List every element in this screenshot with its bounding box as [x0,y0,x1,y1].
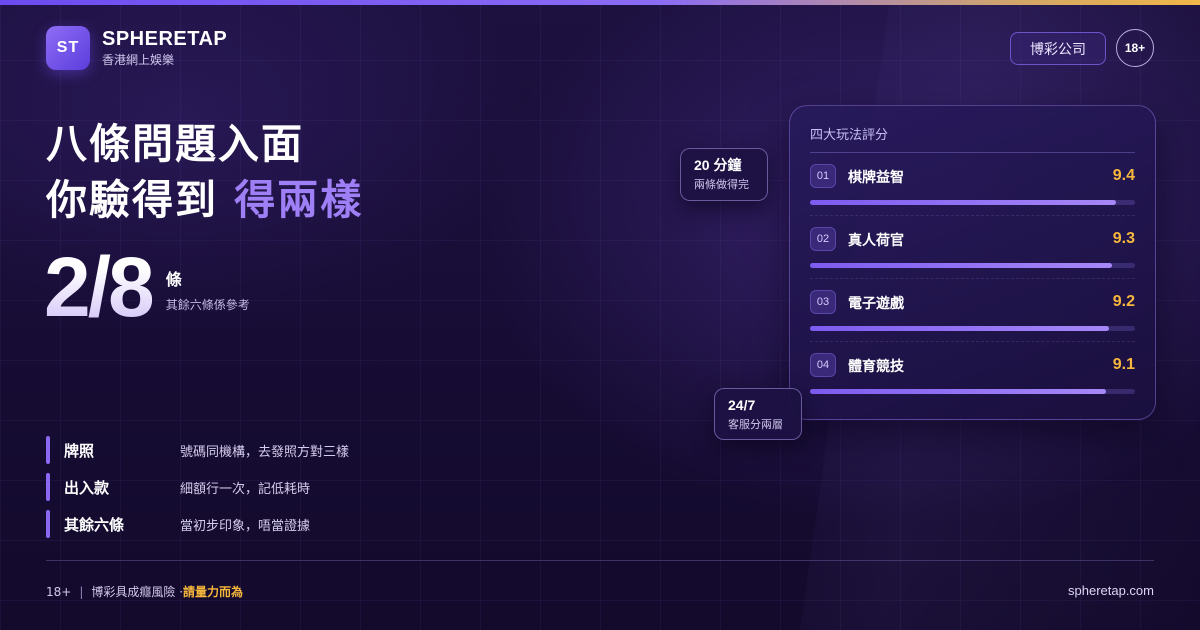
score-bar-track [810,389,1135,394]
footer-warning-text: 博彩具成癮風險 · [91,585,184,599]
game-index: 03 [810,290,836,314]
top-accent-bar [0,0,1200,5]
game-score: 9.4 [1112,167,1135,184]
info-row: 其餘六條 當初步印象，唔當證據 [46,510,349,538]
game-name: 棋牌益智 [848,170,904,186]
info-row: 出入款 細額行一次，記低耗時 [46,473,349,501]
stat-unit: 條 [165,270,182,289]
game-index: 02 [810,227,836,251]
service-chip: 24/7 客服分兩層 [714,388,802,440]
score-bar-fill [810,263,1113,268]
info-row-label: 牌照 [64,441,95,460]
headline-line-2-prefix: 你驗得到 [46,176,235,224]
score-bar-track [810,326,1135,331]
game-name: 真人荷官 [848,233,904,249]
headline-line-1: 八條問題入面 [46,120,304,168]
info-row-desc: 細額行一次，記低耗時 [180,481,311,497]
game-ratings-card: 四大玩法評分 01 棋牌益智 9.4 02 真人荷官 9.3 03 電子遊戲 9… [789,105,1156,420]
headline-line-2: 你驗得到 得兩樣 [46,172,363,228]
score-bar-track [810,263,1135,268]
info-row-label: 其餘六條 [64,515,125,534]
service-chip-value: 24/7 [728,397,756,413]
info-row-desc: 當初步印象，唔當證據 [180,518,311,534]
category-tag-button[interactable]: 博彩公司 [1010,32,1106,65]
info-list: 牌照 號碼同機構，去發照方對三樣 出入款 細額行一次，記低耗時 其餘六條 當初步… [46,436,349,547]
stat-note: 其餘六條係參考 [165,298,250,312]
stat-caption: 條 其餘六條係參考 [166,270,250,313]
score-bar-fill [810,200,1116,205]
game-score: 9.3 [1112,230,1135,247]
time-chip-value: 20 分鐘 [694,157,742,173]
game-rating-row[interactable]: 01 棋牌益智 9.4 [810,153,1135,216]
brand[interactable]: ST SPHERETAP 香港網上娛樂 [46,26,227,70]
score-bar-fill [810,389,1106,394]
time-chip: 20 分鐘 兩條做得完 [680,148,768,201]
game-index: 04 [810,353,836,377]
score-bar-track [810,200,1135,205]
verifiable-count-stat: 2/8 條 其餘六條係參考 [44,242,250,332]
brand-logo: ST [46,26,90,70]
hero-banner: ST SPHERETAP 香港網上娛樂 博彩公司 18+ 八條問題入面 你驗得到… [0,0,1200,630]
info-row-label: 出入款 [64,478,110,497]
footer-warning-emphasis: 請量力而為 [183,585,244,599]
game-rating-row[interactable]: 02 真人荷官 9.3 [810,216,1135,279]
game-name: 體育競技 [848,359,904,375]
game-name: 電子遊戲 [848,296,904,312]
game-index: 01 [810,164,836,188]
game-score: 9.2 [1112,293,1135,310]
service-chip-caption: 客服分兩層 [728,418,783,431]
time-chip-caption: 兩條做得完 [694,178,749,191]
info-row-desc: 號碼同機構，去發照方對三樣 [180,444,350,460]
game-rating-row[interactable]: 03 電子遊戲 9.2 [810,279,1135,342]
card-title: 四大玩法評分 [810,128,889,143]
footer-site-link[interactable]: spheretap.com [1068,583,1154,598]
footer-separator: | [79,584,84,599]
age-restriction-badge: 18+ [1116,29,1154,67]
brand-name: SPHERETAP [102,28,228,50]
headline-accent: 得兩樣 [234,176,364,224]
footer-divider [46,560,1154,561]
game-score: 9.1 [1112,356,1135,373]
game-rating-row[interactable]: 04 體育競技 9.1 [810,342,1135,405]
info-row: 牌照 號碼同機構，去發照方對三樣 [46,436,349,464]
brand-subtitle: 香港網上娛樂 [102,53,175,67]
footer-age: 18+ [46,584,72,599]
headline: 八條問題入面 你驗得到 得兩樣 [46,116,363,228]
score-bar-fill [810,326,1109,331]
brand-text: SPHERETAP 香港網上娛樂 [102,28,227,68]
footer-warning: 18+ | 博彩具成癮風險 · 請量力而為 [46,583,243,600]
stat-value: 2/8 [44,240,155,334]
